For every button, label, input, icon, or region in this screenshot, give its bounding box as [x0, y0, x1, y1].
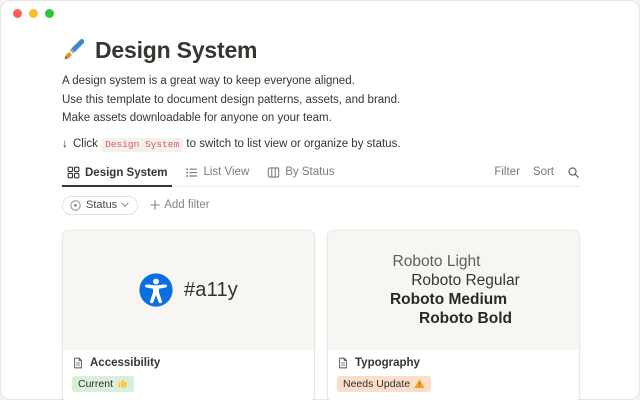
description-line-1: A design system is a great way to keep e… — [62, 72, 580, 91]
a11y-tag: #a11y — [184, 279, 238, 302]
plus-icon — [150, 200, 160, 210]
page-icon — [72, 357, 84, 369]
warning-icon — [414, 378, 425, 389]
window-titlebar — [0, 0, 640, 26]
accessibility-icon — [139, 273, 173, 307]
tip-suffix: to switch to list view or organize by st… — [186, 138, 400, 150]
add-filter-label: Add filter — [164, 199, 209, 211]
search-button[interactable] — [567, 166, 580, 179]
badge-label: Needs Update — [343, 377, 410, 391]
notion-window: Design System A design system is a great… — [0, 0, 640, 400]
font-specimen: Roboto Light Roboto Regular Roboto Mediu… — [395, 252, 512, 328]
card-typography[interactable]: Roboto Light Roboto Regular Roboto Mediu… — [327, 230, 580, 400]
status-property-icon — [69, 199, 82, 212]
tab-label: List View — [203, 166, 249, 178]
specimen-line: Roboto Medium — [390, 290, 507, 309]
tab-list-view[interactable]: List View — [180, 163, 254, 186]
tab-label: By Status — [285, 166, 334, 178]
tab-by-status[interactable]: By Status — [262, 163, 339, 186]
page-title: Design System — [95, 36, 257, 64]
window-close-button[interactable] — [13, 9, 22, 18]
status-chip-label: Status — [86, 199, 117, 211]
thumbs-up-icon — [117, 378, 128, 389]
tab-label: Design System — [85, 167, 167, 179]
description-line-2: Use this template to document design pat… — [62, 91, 580, 110]
gallery-cards: #a11y Accessibility Current — [62, 230, 580, 400]
window-zoom-button[interactable] — [45, 9, 54, 18]
card-info: Accessibility Current — [63, 350, 314, 400]
status-badge-needs-update: Needs Update — [337, 376, 431, 392]
sort-button[interactable]: Sort — [533, 166, 554, 178]
page-header: Design System — [62, 36, 580, 64]
down-arrow-icon: ↓ — [62, 138, 68, 150]
status-filter-chip[interactable]: Status — [62, 196, 138, 215]
specimen-line: Roboto Light — [378, 252, 495, 271]
a11y-cover-content: #a11y — [139, 273, 238, 307]
search-icon — [567, 166, 580, 179]
card-cover: Roboto Light Roboto Regular Roboto Mediu… — [328, 231, 579, 350]
view-tabs: Design System List View — [62, 163, 339, 186]
card-info: Typography Needs Update — [328, 350, 579, 400]
badge-label: Current — [78, 377, 113, 391]
list-view-icon — [185, 166, 198, 179]
card-title-row: Accessibility — [72, 357, 305, 369]
tip-prefix: Click — [73, 138, 98, 150]
page-content: Design System A design system is a great… — [0, 36, 640, 400]
specimen-line: Roboto Bold — [407, 309, 524, 328]
card-title: Accessibility — [90, 357, 160, 369]
chevron-down-icon — [121, 202, 129, 208]
window-minimize-button[interactable] — [29, 9, 38, 18]
inline-code-design-system: Design System — [101, 138, 183, 152]
tab-design-system[interactable]: Design System — [62, 163, 172, 187]
status-badge-current: Current — [72, 376, 134, 392]
card-accessibility[interactable]: #a11y Accessibility Current — [62, 230, 315, 400]
description-line-3: Make assets downloadable for anyone on y… — [62, 109, 580, 128]
page-icon — [337, 357, 349, 369]
filter-button[interactable]: Filter — [494, 166, 520, 178]
view-toolbar: Filter Sort — [494, 166, 580, 186]
view-tabs-bar: Design System List View — [62, 163, 580, 187]
card-cover: #a11y — [63, 231, 314, 350]
specimen-line: Roboto Regular — [407, 271, 524, 290]
add-filter-button[interactable]: Add filter — [150, 199, 209, 211]
card-title-row: Typography — [337, 357, 570, 369]
paintbrush-icon — [62, 38, 86, 62]
filter-bar: Status Add filter — [62, 196, 580, 215]
board-view-icon — [267, 166, 280, 179]
page-description: A design system is a great way to keep e… — [62, 72, 580, 128]
card-title: Typography — [355, 357, 420, 369]
gallery-view-icon — [67, 166, 80, 179]
tip-line: ↓ Click Design System to switch to list … — [62, 136, 580, 153]
